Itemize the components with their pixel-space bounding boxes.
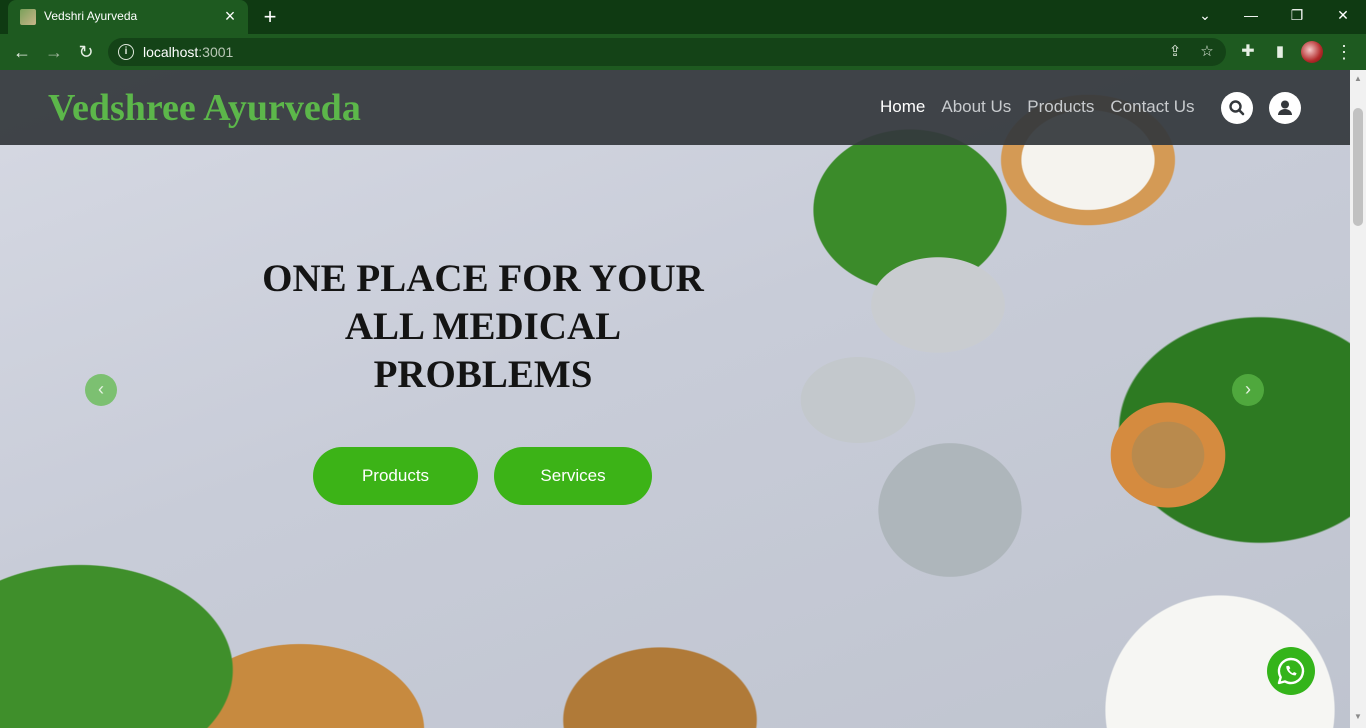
tab-close-icon[interactable]: × [220, 6, 240, 26]
site-info-icon[interactable]: i [118, 44, 134, 60]
site-brand-logo[interactable]: Vedshree Ayurveda [48, 86, 361, 130]
whatsapp-icon [1267, 657, 1315, 699]
search-button[interactable] [1221, 92, 1253, 124]
user-icon [1269, 92, 1301, 124]
forward-icon[interactable]: → [42, 40, 66, 64]
scroll-up-icon[interactable]: ▲ [1353, 74, 1363, 86]
nav-link-about[interactable]: About Us [941, 97, 1011, 117]
minimize-button[interactable]: — [1228, 0, 1274, 30]
whatsapp-chat-button[interactable] [1267, 647, 1315, 695]
extensions-icon[interactable]: ✚ [1236, 40, 1260, 64]
page-viewport: Vedshree Ayurveda Home About Us Products… [0, 70, 1350, 728]
hero-headline: ONE PLACE FOR YOUR ALL MEDICAL PROBLEMS [262, 257, 704, 396]
browser-tab[interactable]: Vedshri Ayurveda × [8, 0, 248, 34]
carousel-prev-button[interactable]: ‹ [85, 374, 117, 406]
favicon-icon [20, 9, 36, 25]
site-navbar: Vedshree Ayurveda Home About Us Products… [0, 70, 1350, 145]
carousel-next-button[interactable]: › [1232, 374, 1264, 406]
browser-tab-strip: Vedshri Ayurveda × + ⌄ — ❐ ✕ [0, 0, 1366, 34]
nav-link-contact[interactable]: Contact Us [1110, 97, 1194, 117]
browser-menu-icon[interactable]: ⋮ [1332, 40, 1356, 64]
services-button[interactable]: Services [494, 447, 652, 505]
profile-avatar[interactable] [1301, 41, 1323, 63]
hero-background-image [0, 70, 1350, 728]
account-button[interactable] [1269, 92, 1301, 124]
page-scrollbar[interactable]: ▲ ▼ [1350, 70, 1366, 728]
scroll-thumb[interactable] [1353, 108, 1363, 226]
tab-search-icon[interactable]: ⌄ [1182, 0, 1228, 30]
scroll-down-icon[interactable]: ▼ [1353, 712, 1363, 724]
nav-link-home[interactable]: Home [880, 97, 925, 117]
bookmark-star-icon[interactable]: ☆ [1196, 41, 1218, 63]
new-tab-button[interactable]: + [258, 5, 282, 29]
chevron-left-icon: ‹ [98, 379, 104, 399]
products-button[interactable]: Products [313, 447, 478, 505]
chevron-right-icon: › [1245, 379, 1251, 399]
browser-toolbar: ← → ↻ i localhost:3001 ⇪ ☆ ✚ ▮ ⋮ [0, 34, 1366, 70]
share-icon[interactable]: ⇪ [1164, 41, 1186, 63]
restore-button[interactable]: ❐ [1274, 0, 1320, 30]
close-window-button[interactable]: ✕ [1320, 0, 1366, 30]
address-url: localhost:3001 [143, 44, 234, 60]
reload-icon[interactable]: ↻ [74, 40, 98, 64]
back-icon[interactable]: ← [10, 40, 34, 64]
main-navigation: Home About Us Products Contact Us [880, 97, 1194, 117]
tab-title: Vedshri Ayurveda [44, 9, 138, 23]
search-icon [1221, 92, 1253, 124]
address-bar[interactable]: i localhost:3001 ⇪ ☆ [108, 38, 1226, 66]
side-panel-icon[interactable]: ▮ [1268, 40, 1292, 64]
nav-link-products[interactable]: Products [1027, 97, 1094, 117]
